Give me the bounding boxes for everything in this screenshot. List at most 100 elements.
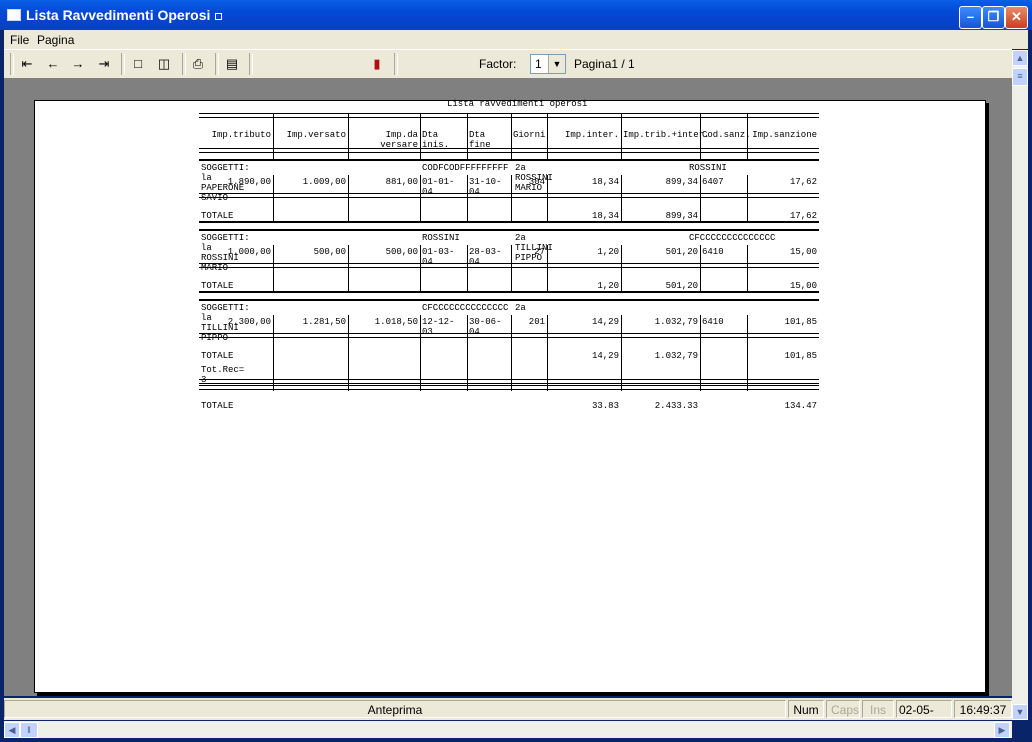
- toolbar-separator: [394, 53, 398, 75]
- column-divider: [747, 245, 748, 291]
- row-rule: [199, 333, 819, 338]
- column-divider: [420, 113, 421, 159]
- scroll-down-icon[interactable]: ▼: [1012, 704, 1028, 720]
- group-bottom-rule: [199, 385, 819, 390]
- minimize-button[interactable]: –: [959, 6, 982, 29]
- data-cell: 2.300,00: [227, 317, 271, 327]
- column-divider: [621, 113, 622, 159]
- total-rule: [199, 291, 819, 293]
- column-divider: [511, 315, 512, 361]
- toolbar-separator: [121, 53, 125, 75]
- horizontal-scrollbar[interactable]: ◀ ‖ ▶: [4, 721, 1012, 738]
- next-page-icon[interactable]: →: [69, 55, 87, 73]
- two-pages-icon[interactable]: ◫: [155, 55, 173, 73]
- column-divider: [621, 361, 622, 391]
- status-num: Num: [788, 700, 824, 718]
- column-divider: [621, 245, 622, 291]
- column-divider: [420, 315, 421, 361]
- column-divider: [547, 175, 548, 221]
- column-divider: [747, 113, 748, 159]
- chevron-down-icon[interactable]: ▼: [548, 55, 565, 73]
- column-divider: [348, 361, 349, 391]
- data-cell: 304: [528, 177, 545, 187]
- exit-door-icon[interactable]: ▮: [368, 55, 386, 73]
- column-divider: [348, 175, 349, 221]
- column-header: Imp.versato: [286, 130, 346, 140]
- column-divider: [273, 315, 274, 361]
- close-button[interactable]: ✕: [1005, 6, 1028, 29]
- vertical-scrollbar[interactable]: ▲ ≡ ▼: [1012, 50, 1028, 720]
- restore-icon: ❐: [987, 9, 1000, 24]
- column-divider: [467, 175, 468, 221]
- page-indicator: Pagina1 / 1: [574, 57, 635, 71]
- print-icon[interactable]: ⎙: [189, 55, 207, 73]
- column-divider: [700, 175, 701, 221]
- horizontal-scroll-thumb[interactable]: ‖: [20, 722, 38, 738]
- column-divider: [273, 175, 274, 221]
- column-divider: [511, 175, 512, 221]
- data-cell: 1,20: [597, 247, 619, 257]
- column-header: Cod.sanz.: [702, 130, 751, 140]
- export-icon[interactable]: ▤: [223, 55, 241, 73]
- report-title: Lista ravvedimenti operosi: [447, 99, 588, 109]
- scroll-up-icon[interactable]: ▲: [1012, 50, 1028, 66]
- data-cell: 1.009,00: [302, 177, 346, 187]
- scroll-right-icon[interactable]: ▶: [994, 722, 1010, 738]
- row-rule: [199, 263, 819, 268]
- data-cell: 1.281,50: [302, 317, 346, 327]
- toolbar-grip: [10, 53, 14, 75]
- column-header: Dta fine: [469, 130, 491, 150]
- column-divider: [467, 361, 468, 391]
- preview-area[interactable]: Lista ravvedimenti operosi Imp.tributo Im…: [4, 78, 1012, 696]
- column-divider: [348, 315, 349, 361]
- title-bar[interactable]: Lista Ravvedimenti Operosi – ❐ ✕: [0, 0, 1032, 30]
- menu-bar: File Pagina: [4, 30, 1028, 49]
- group-separator: [199, 299, 819, 301]
- column-divider: [547, 361, 548, 391]
- data-cell: 1.000,00: [227, 247, 271, 257]
- data-cell: 15,00: [789, 247, 817, 257]
- data-cell: 17,62: [789, 177, 817, 187]
- column-divider: [348, 245, 349, 291]
- column-divider: [273, 113, 274, 159]
- column-divider: [273, 361, 274, 391]
- previous-page-icon[interactable]: ←: [44, 55, 62, 73]
- menu-file[interactable]: File: [10, 33, 29, 47]
- column-divider: [547, 315, 548, 361]
- data-cell: 899,34: [665, 177, 698, 187]
- column-divider: [273, 245, 274, 291]
- data-cell: 27: [534, 247, 545, 257]
- vertical-scroll-thumb[interactable]: ≡: [1012, 68, 1028, 86]
- data-cell: 6410: [702, 317, 724, 327]
- data-cell: 14,29: [591, 317, 619, 327]
- row-rule: [199, 193, 819, 198]
- group-separator: [199, 159, 819, 161]
- status-date: 02-05-2016: [896, 700, 952, 718]
- column-divider: [747, 315, 748, 361]
- first-page-icon[interactable]: ⇤: [18, 55, 36, 73]
- factor-select[interactable]: 1 ▼: [530, 54, 566, 74]
- data-cell: 1.890,00: [227, 177, 271, 187]
- total-label: TOTALE: [201, 281, 234, 291]
- column-divider: [700, 315, 701, 361]
- column-divider: [621, 315, 622, 361]
- group-code: CFCCCCCCCCCCCCCC: [422, 303, 509, 313]
- grand-total-cell: 134.47: [784, 401, 817, 411]
- column-divider: [467, 113, 468, 159]
- group-bottom-rule: [199, 379, 819, 384]
- column-divider: [547, 245, 548, 291]
- menu-pagina[interactable]: Pagina: [37, 33, 74, 47]
- scroll-left-icon[interactable]: ◀: [4, 722, 20, 738]
- restore-button[interactable]: ❐: [982, 6, 1005, 29]
- group-code: ROSSINI: [422, 233, 460, 243]
- data-cell: 6407: [702, 177, 724, 187]
- toolbar-separator: [215, 53, 219, 75]
- column-header: Imp.da versare: [380, 130, 418, 150]
- report-page: Lista ravvedimenti operosi Imp.tributo Im…: [34, 99, 986, 693]
- single-page-icon[interactable]: □: [129, 55, 147, 73]
- grand-total-cell: 33.83: [591, 401, 619, 411]
- last-page-icon[interactable]: ⇥: [95, 55, 113, 73]
- app-icon[interactable]: [7, 9, 21, 21]
- total-cell: 14,29: [591, 351, 619, 361]
- column-divider: [467, 315, 468, 361]
